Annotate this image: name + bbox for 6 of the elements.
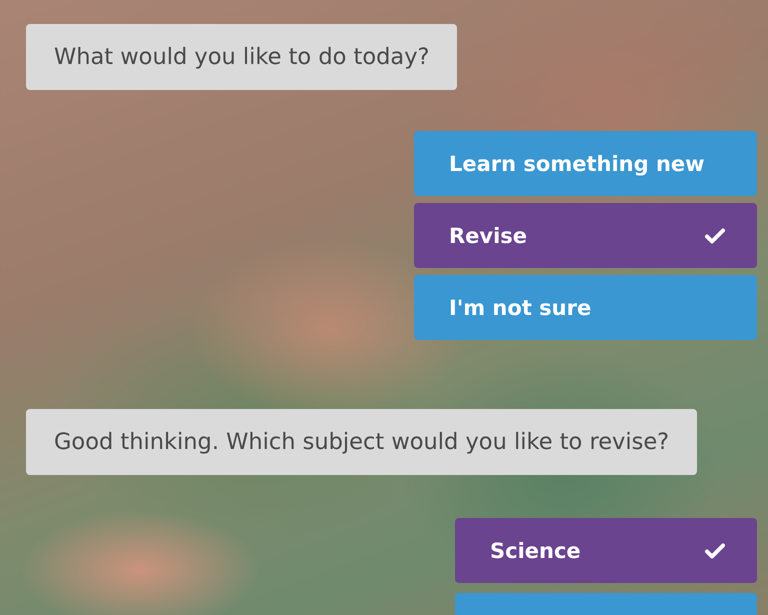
choice-button[interactable]: Revise — [414, 203, 757, 268]
check-icon — [705, 228, 725, 244]
chat-message: What would you like to do today? — [26, 24, 458, 90]
chat-message: Good thinking. Which subject would you like to revise? — [26, 409, 698, 475]
check-icon — [705, 542, 725, 558]
choice-button[interactable]: Science — [455, 518, 757, 583]
